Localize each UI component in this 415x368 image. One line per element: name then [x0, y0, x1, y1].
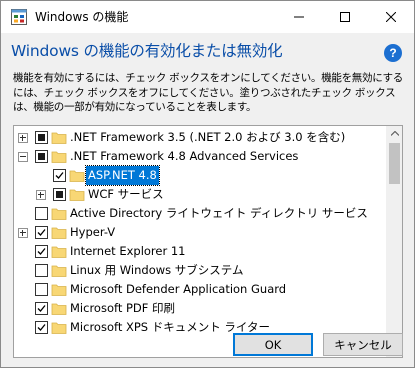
title-bar[interactable]: Windows の機能	[1, 1, 414, 33]
feature-row[interactable]: Microsoft PDF 印刷	[14, 299, 387, 318]
expand-icon[interactable]	[18, 133, 28, 143]
windows-features-dialog: Windows の機能 Windows の機能の有効化または無効化 ? 機能を有…	[0, 0, 415, 368]
expand-icon[interactable]	[18, 228, 28, 238]
feature-row[interactable]: Hyper-V	[14, 223, 387, 242]
collapse-icon[interactable]	[18, 152, 28, 162]
folder-icon	[51, 282, 67, 297]
feature-checkbox[interactable]	[35, 283, 48, 296]
feature-row[interactable]: Active Directory ライトウェイト ディレクトリ サービス	[14, 204, 387, 223]
dialog-heading: Windows の機能の有効化または無効化	[11, 42, 283, 60]
feature-checkbox[interactable]	[35, 150, 48, 163]
feature-checkbox[interactable]	[35, 302, 48, 315]
feature-checkbox[interactable]	[53, 169, 66, 182]
feature-row[interactable]: Linux 用 Windows サブシステム	[14, 261, 387, 280]
close-icon	[386, 12, 396, 22]
feature-checkbox[interactable]	[35, 245, 48, 258]
feature-row[interactable]: .NET Framework 4.8 Advanced Services	[14, 147, 387, 166]
folder-icon	[51, 149, 67, 164]
scrollbar-thumb[interactable]	[389, 143, 400, 184]
scroll-up-button[interactable]	[387, 126, 402, 141]
feature-row[interactable]: ASP.NET 4.8	[14, 165, 387, 186]
folder-icon	[69, 168, 85, 183]
feature-row[interactable]: WCF サービス	[14, 185, 387, 204]
folder-icon	[51, 206, 67, 221]
features-tree[interactable]: .NET Framework 3.5 (.NET 2.0 および 3.0 を含む…	[13, 125, 403, 358]
feature-label[interactable]: .NET Framework 3.5 (.NET 2.0 および 3.0 を含む…	[70, 128, 345, 147]
window-title: Windows の機能	[35, 10, 129, 24]
feature-label[interactable]: Microsoft PDF 印刷	[70, 299, 175, 318]
feature-checkbox[interactable]	[35, 131, 48, 144]
feature-checkbox[interactable]	[35, 207, 48, 220]
maximize-icon	[340, 12, 350, 22]
feature-label[interactable]: ASP.NET 4.8	[85, 165, 160, 186]
cancel-button[interactable]: キャンセル	[323, 333, 403, 356]
feature-label[interactable]: Internet Explorer 11	[70, 242, 186, 261]
feature-label[interactable]: Linux 用 Windows サブシステム	[70, 261, 243, 280]
folder-icon	[51, 301, 67, 316]
feature-label[interactable]: .NET Framework 4.8 Advanced Services	[70, 147, 298, 166]
ok-button[interactable]: OK	[233, 333, 313, 356]
feature-row[interactable]: Internet Explorer 11	[14, 242, 387, 261]
folder-icon	[51, 130, 67, 145]
feature-label[interactable]: Hyper-V	[70, 223, 115, 242]
feature-checkbox[interactable]	[35, 226, 48, 239]
minimize-icon	[294, 16, 304, 18]
feature-label[interactable]: Active Directory ライトウェイト ディレクトリ サービス	[70, 204, 368, 223]
folder-icon	[51, 320, 67, 335]
chevron-up-icon	[390, 131, 399, 136]
folder-icon	[51, 244, 67, 259]
help-icon[interactable]: ?	[384, 44, 402, 62]
feature-checkbox[interactable]	[35, 321, 48, 334]
vertical-scrollbar[interactable]	[386, 126, 402, 357]
close-button[interactable]	[368, 1, 414, 33]
feature-checkbox[interactable]	[53, 188, 66, 201]
dialog-description: 機能を有効にするには、チェック ボックスをオンにしてください。機能を無効にするに…	[13, 72, 403, 113]
folder-icon	[51, 263, 67, 278]
minimize-button[interactable]	[276, 1, 322, 33]
dialog-content: Windows の機能の有効化または無効化 ? 機能を有効にするには、チェック …	[1, 33, 414, 367]
feature-label[interactable]: Microsoft Defender Application Guard	[70, 280, 286, 299]
feature-row[interactable]: Microsoft Defender Application Guard	[14, 280, 387, 299]
feature-row[interactable]: .NET Framework 3.5 (.NET 2.0 および 3.0 を含む…	[14, 128, 387, 147]
feature-label[interactable]: WCF サービス	[88, 185, 164, 204]
feature-checkbox[interactable]	[35, 264, 48, 277]
windows-features-icon	[11, 9, 27, 25]
folder-icon	[69, 187, 85, 202]
expand-icon[interactable]	[36, 190, 46, 200]
maximize-button[interactable]	[322, 1, 368, 33]
folder-icon	[51, 225, 67, 240]
